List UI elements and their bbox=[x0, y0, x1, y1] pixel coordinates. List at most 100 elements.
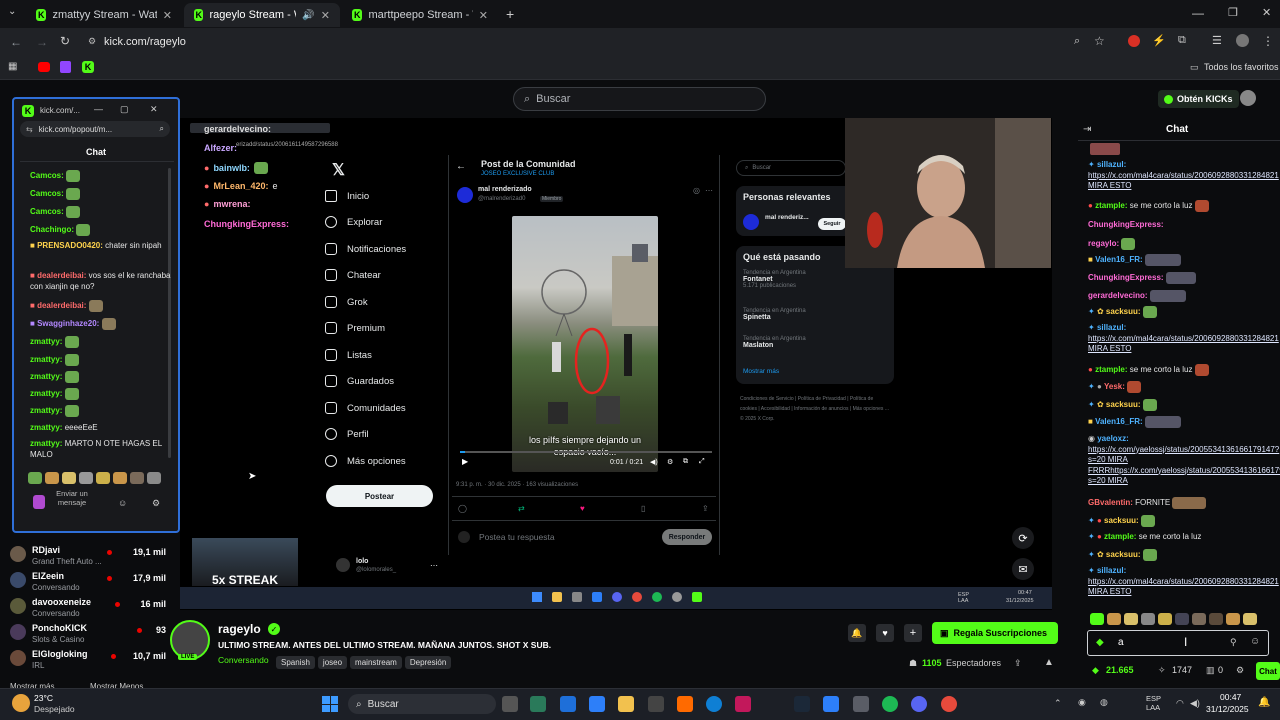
emote-icon[interactable] bbox=[28, 472, 42, 484]
avatar[interactable] bbox=[457, 187, 473, 203]
emote-icon[interactable] bbox=[62, 472, 76, 484]
username[interactable]: sacksuu: bbox=[1104, 516, 1139, 525]
x-nav-item[interactable]: Inicio bbox=[325, 190, 369, 202]
zoom-icon[interactable]: ⌕ bbox=[160, 124, 164, 134]
x-nav-item[interactable]: Más opciones bbox=[325, 455, 406, 467]
chat-link[interactable]: https://x.com/yaelossj/status/2005534136… bbox=[1088, 445, 1280, 486]
more-icon[interactable]: ⋯ bbox=[705, 186, 713, 195]
username[interactable]: zmattyy: bbox=[30, 355, 62, 364]
gift-icon[interactable]: ⚲ bbox=[1230, 637, 1237, 648]
tray-app-icon[interactable]: ◍ bbox=[1100, 697, 1108, 708]
username[interactable]: sillazul: bbox=[1097, 160, 1126, 169]
maximize-icon[interactable]: ❐ bbox=[1228, 6, 1238, 19]
username[interactable]: sacksuu: bbox=[1106, 550, 1141, 559]
minimize-icon[interactable]: — bbox=[94, 104, 103, 114]
username[interactable]: zmattyy: bbox=[30, 423, 62, 432]
zoom-icon[interactable]: ⌕ bbox=[1074, 35, 1080, 48]
chat-input[interactable]: ◆ a I ⚲ ☺ bbox=[1087, 630, 1269, 656]
app-icon[interactable] bbox=[530, 696, 546, 712]
tab-marttpeepo[interactable]: K marttpeepo Stream - Watch Li ✕ bbox=[342, 3, 498, 27]
all-bookmarks-link[interactable]: Todos los favoritos bbox=[1204, 62, 1279, 72]
gift-subs-button[interactable]: ▣ Regala Suscripciones bbox=[932, 622, 1058, 644]
username[interactable]: dealerdeibai: bbox=[37, 271, 86, 280]
outlook-icon[interactable] bbox=[560, 696, 576, 712]
site-info-icon[interactable]: ⚙ bbox=[88, 36, 96, 47]
emote-picker-icon[interactable]: ☺ bbox=[1250, 636, 1260, 647]
reply-icon[interactable]: ◯ bbox=[458, 504, 467, 513]
username[interactable]: dealerdeibai: bbox=[37, 301, 86, 310]
x-search-input[interactable]: ⌕ Buscar bbox=[736, 160, 846, 176]
settings-icon[interactable]: ⚙ bbox=[1236, 665, 1244, 676]
app-icon[interactable] bbox=[677, 696, 693, 712]
close-icon[interactable]: ✕ bbox=[321, 9, 330, 22]
emote-icon[interactable] bbox=[1175, 613, 1189, 625]
x-nav-item[interactable]: Explorar bbox=[325, 216, 382, 228]
emote-icon[interactable] bbox=[1107, 613, 1121, 625]
username[interactable]: ChungkingExpress: bbox=[1088, 220, 1164, 229]
emote-icon[interactable] bbox=[1141, 613, 1155, 625]
play-icon[interactable]: ▶ bbox=[462, 457, 468, 466]
clip-button-icon[interactable]: ⟳ bbox=[1012, 527, 1034, 549]
emote-icon[interactable] bbox=[130, 472, 144, 484]
volume-icon[interactable]: ◀) bbox=[1190, 698, 1200, 709]
streamer-name[interactable]: rageylo bbox=[218, 622, 261, 636]
username[interactable]: ztample: bbox=[1095, 201, 1127, 210]
share-icon[interactable]: ⇪ bbox=[702, 504, 709, 513]
trend-item[interactable]: Tendencia en Argentina Maslaton bbox=[743, 336, 806, 349]
emote-icon[interactable] bbox=[79, 472, 93, 484]
settings-icon[interactable]: ⚙ bbox=[152, 498, 160, 509]
x-nav-item[interactable]: Listas bbox=[325, 349, 372, 361]
steam-icon[interactable] bbox=[589, 696, 605, 712]
menu-icon[interactable]: ⋮ bbox=[1262, 34, 1274, 48]
twitch-bookmark-icon[interactable] bbox=[60, 61, 71, 73]
pip-icon[interactable]: ⧉ bbox=[683, 458, 688, 466]
chat-link[interactable]: https://x.com/mal4cara/status/2006092880… bbox=[1088, 334, 1279, 354]
emote-icon[interactable] bbox=[1226, 613, 1240, 625]
maximize-icon[interactable]: ▢ bbox=[120, 104, 129, 115]
username[interactable]: zmattyy: bbox=[30, 337, 62, 346]
community-name[interactable]: JOSEO EXCLUSIVE CLUB bbox=[481, 171, 554, 177]
emote-icon[interactable] bbox=[1158, 613, 1172, 625]
username[interactable]: zmattyy: bbox=[30, 372, 62, 381]
spotify-icon[interactable] bbox=[882, 696, 898, 712]
username[interactable]: Camcos: bbox=[30, 171, 64, 180]
task-view-icon[interactable] bbox=[502, 696, 518, 712]
like-icon[interactable]: ♥ bbox=[580, 504, 585, 513]
trend-item[interactable]: Tendencia en Argentina Fontanet 5.171 publ… bbox=[743, 270, 806, 289]
show-more-link[interactable]: Mostrar más bbox=[743, 368, 779, 375]
bookmark-icon[interactable]: ▯ bbox=[641, 504, 645, 513]
new-tab-icon[interactable]: + bbox=[506, 6, 514, 22]
tray-app-icon[interactable]: ◉ bbox=[1078, 697, 1086, 708]
x-nav-item[interactable]: Perfil bbox=[325, 428, 369, 440]
x-nav-item[interactable]: Comunidades bbox=[325, 402, 406, 414]
account-menu-icon[interactable]: ⋯ bbox=[430, 561, 438, 570]
tag[interactable]: mainstream bbox=[350, 656, 402, 669]
x-nav-item[interactable]: Guardados bbox=[325, 375, 394, 387]
message-button-icon[interactable]: ✉ bbox=[1012, 558, 1034, 580]
sidebar-icon[interactable]: ☰ bbox=[1212, 34, 1222, 47]
emote-icon[interactable] bbox=[45, 472, 59, 484]
follow-button[interactable]: Seguir bbox=[818, 218, 846, 230]
add-icon[interactable]: + bbox=[904, 624, 922, 642]
kick-bookmark-icon[interactable]: K bbox=[82, 61, 94, 73]
sidebar-channel[interactable]: PonchoKICK Slots & Casino 93 bbox=[8, 620, 168, 646]
username[interactable]: zmattyy: bbox=[30, 439, 62, 448]
points-balance[interactable]: 1747 bbox=[1172, 665, 1192, 675]
chat-link[interactable]: https://x.com/mal4cara/status/2006092880… bbox=[1088, 171, 1279, 191]
x-nav-item[interactable]: Notificaciones bbox=[325, 243, 406, 255]
username[interactable]: Camcos: bbox=[30, 189, 64, 198]
username[interactable]: Swagginhaze20: bbox=[37, 319, 99, 328]
username[interactable]: sacksuu: bbox=[1106, 400, 1141, 409]
emote-icon[interactable] bbox=[147, 472, 161, 484]
back-arrow-icon[interactable]: ← bbox=[456, 161, 466, 172]
sidebar-channel[interactable]: RDjavi Grand Theft Auto ... 19,1 mil bbox=[8, 542, 168, 568]
get-kicks-button[interactable]: Obtén KICKs bbox=[1158, 90, 1239, 108]
wifi-icon[interactable]: ◠ bbox=[1176, 698, 1184, 709]
x-nav-item[interactable]: Grok bbox=[325, 296, 368, 308]
kicks-balance[interactable]: 21.665 bbox=[1106, 665, 1134, 675]
tag[interactable]: Spanish bbox=[276, 656, 315, 669]
speaker-icon[interactable]: 🔊 bbox=[302, 10, 314, 21]
username[interactable]: Chachingo: bbox=[30, 225, 74, 234]
steam-icon[interactable] bbox=[794, 696, 810, 712]
trend-item[interactable]: Tendencia en Argentina Spinetta bbox=[743, 308, 806, 321]
